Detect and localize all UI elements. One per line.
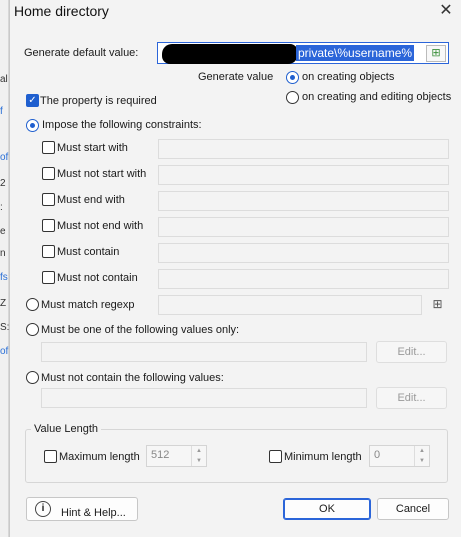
bg-fragment: fs [0, 272, 8, 283]
must-not-end-with-input[interactable] [158, 217, 449, 237]
must-contain-checkbox[interactable] [42, 245, 55, 258]
maximum-length-stepper[interactable]: 512 ▲ ▼ [146, 445, 207, 467]
impose-constraints-radio[interactable] [26, 119, 39, 132]
must-not-contain-input[interactable] [158, 269, 449, 289]
hint-help-button[interactable]: i Hint & Help... [26, 497, 138, 521]
minimum-length-stepper[interactable]: 0 ▲ ▼ [369, 445, 430, 467]
default-value-label: Generate default value: [24, 47, 139, 59]
bg-fragment: 2 [0, 178, 6, 189]
insert-variable-icon[interactable]: ⊞ [426, 45, 446, 62]
title-bar: Home directory ✕ [10, 0, 461, 24]
bg-fragment: al [0, 74, 8, 85]
bg-fragment: f [0, 106, 3, 117]
must-start-with-checkbox[interactable] [42, 141, 55, 154]
dialog-title: Home directory [14, 3, 109, 19]
on-creating-radio[interactable] [286, 71, 299, 84]
required-label: The property is required [40, 95, 157, 107]
not-contain-values-label: Must not contain the following values: [41, 372, 224, 384]
must-match-regexp-radio[interactable] [26, 298, 39, 311]
must-contain-input[interactable] [158, 243, 449, 263]
must-not-start-with-label: Must not start with [57, 168, 147, 180]
bg-fragment: e [0, 226, 6, 237]
bg-fragment: of [0, 346, 9, 357]
bg-fragment: Z [0, 298, 7, 309]
edit-button[interactable]: Edit... [376, 341, 447, 363]
must-not-contain-checkbox[interactable] [42, 271, 55, 284]
must-start-with-label: Must start with [57, 142, 128, 154]
bg-fragment: : [0, 202, 3, 213]
hint-help-label: Hint & Help... [61, 507, 126, 519]
must-not-start-with-input[interactable] [158, 165, 449, 185]
on-creating-label: on creating objects [302, 71, 395, 83]
default-value-input[interactable]: private\%username% ⊞ [157, 42, 449, 64]
not-contain-values-field[interactable] [41, 388, 367, 408]
maximum-length-checkbox[interactable] [44, 450, 57, 463]
background-window-edge: al f of 2 : e n fs Z S: of [0, 0, 9, 537]
spinner-arrows-icon[interactable]: ▲ ▼ [191, 446, 206, 466]
minimum-length-label: Minimum length [284, 451, 362, 463]
regexp-input[interactable] [158, 295, 422, 315]
must-not-end-with-label: Must not end with [57, 220, 144, 232]
on-creating-editing-label: on creating and editing objects [302, 91, 452, 103]
must-end-with-label: Must end with [57, 194, 125, 206]
one-of-values-label: Must be one of the following values only… [41, 324, 240, 336]
must-not-contain-label: Must not contain [57, 272, 138, 284]
maximum-length-value: 512 [151, 449, 170, 461]
required-checkbox[interactable]: ✓ [26, 94, 39, 107]
edit-button[interactable]: Edit... [376, 387, 447, 409]
bg-fragment: of [0, 152, 9, 163]
must-match-regexp-label: Must match regexp [41, 299, 135, 311]
close-icon[interactable]: ✕ [436, 1, 456, 21]
must-contain-label: Must contain [57, 246, 120, 258]
value-length-label: Value Length [31, 423, 102, 435]
insert-variable-icon[interactable]: ⊞ [430, 297, 445, 312]
spinner-arrows-icon[interactable]: ▲ ▼ [414, 446, 429, 466]
bg-fragment: n [0, 248, 6, 259]
must-start-with-input[interactable] [158, 139, 449, 159]
not-contain-values-radio[interactable] [26, 371, 39, 384]
default-value-text: private\%username% [296, 45, 415, 61]
help-icon: i [35, 501, 51, 517]
one-of-values-radio[interactable] [26, 323, 39, 336]
must-not-end-with-checkbox[interactable] [42, 219, 55, 232]
must-end-with-input[interactable] [158, 191, 449, 211]
impose-constraints-label: Impose the following constraints: [42, 119, 202, 131]
maximum-length-label: Maximum length [59, 451, 140, 463]
must-end-with-checkbox[interactable] [42, 193, 55, 206]
generate-value-label: Generate value [198, 71, 274, 83]
cancel-button[interactable]: Cancel [377, 498, 449, 520]
minimum-length-checkbox[interactable] [269, 450, 282, 463]
home-directory-dialog: Home directory ✕ Generate default value:… [9, 0, 461, 537]
on-creating-editing-radio[interactable] [286, 91, 299, 104]
redacted-region [162, 44, 298, 64]
minimum-length-value: 0 [374, 449, 381, 461]
must-not-start-with-checkbox[interactable] [42, 167, 55, 180]
one-of-values-field[interactable] [41, 342, 367, 362]
ok-button[interactable]: OK [283, 498, 371, 520]
